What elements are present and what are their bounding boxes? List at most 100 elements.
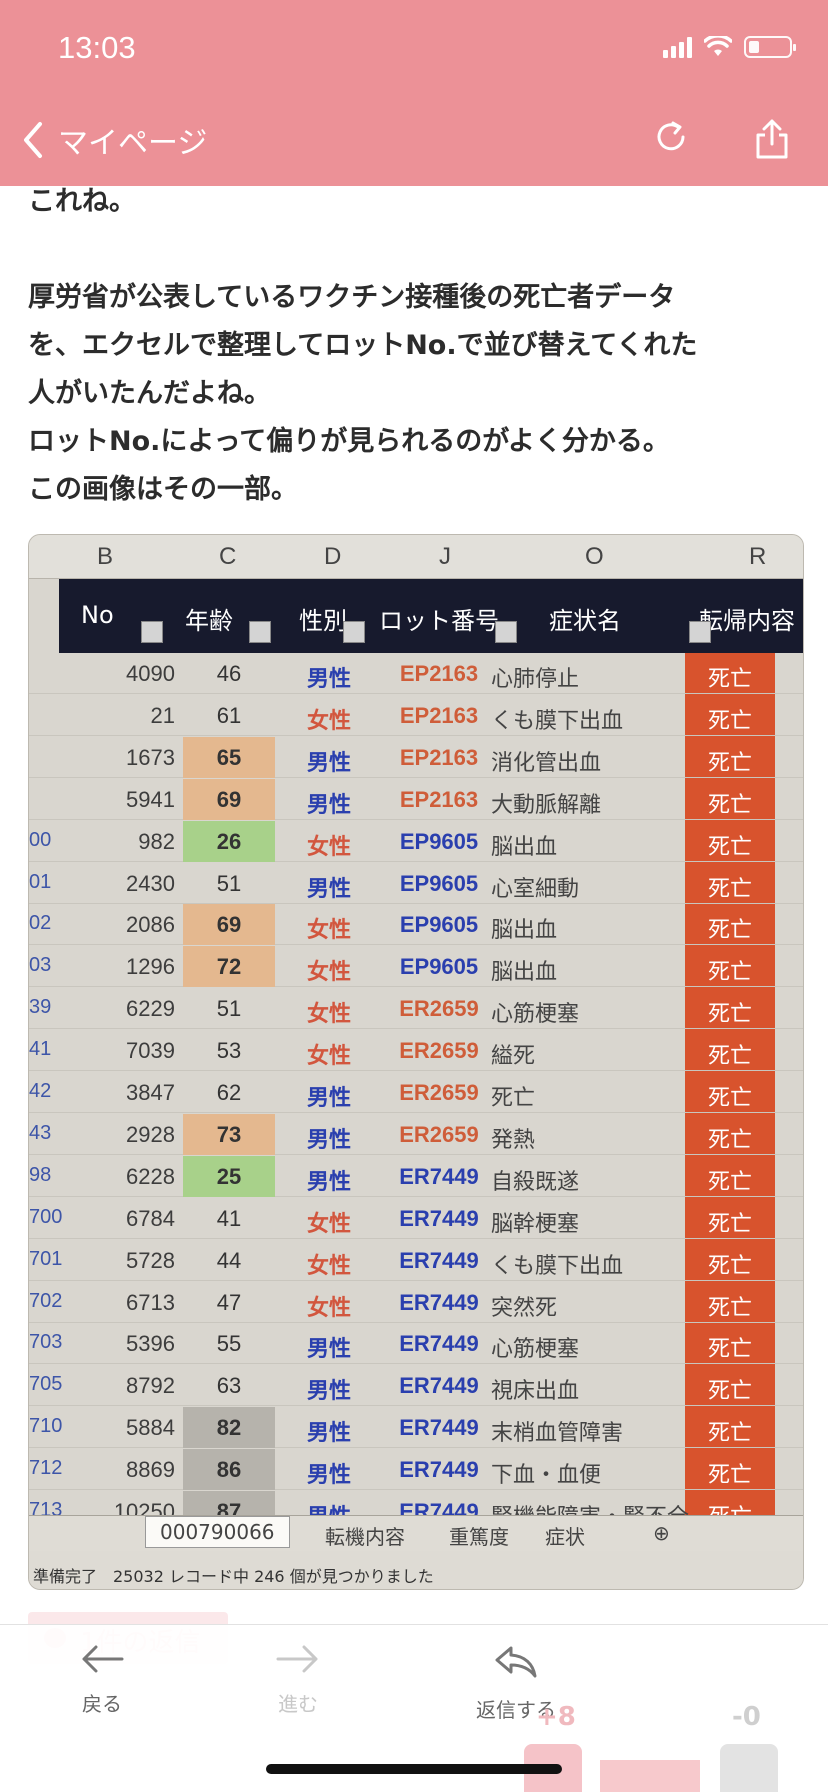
table-row: 1673 65 男性 EP2163 消化管出血 死亡	[29, 736, 803, 778]
add-sheet-icon[interactable]: ⊕	[653, 1521, 670, 1545]
battery-icon	[744, 36, 796, 58]
cell-symptom: 縊死	[491, 1043, 536, 1069]
cell-sex: 男性	[306, 875, 351, 901]
row-number: 98	[29, 1163, 52, 1186]
cell-age: 69	[183, 904, 275, 946]
sheet-tab[interactable]: 重篤度	[449, 1521, 509, 1550]
back-nav-button[interactable]: マイページ	[22, 118, 207, 162]
table-row: 702 6713 47 女性 ER7449 突然死 死亡	[29, 1282, 803, 1323]
table-row: 712 8869 86 男性 ER7449 下血・血便 死亡	[29, 1449, 803, 1491]
cell-no: 5941	[126, 786, 175, 812]
cell-sex: 男性	[306, 749, 351, 775]
back-nav-label: マイページ	[58, 126, 208, 161]
column-letter: C	[219, 543, 237, 570]
post-line: これね。	[28, 186, 136, 217]
cell-lot: EP9605	[399, 954, 479, 980]
cell-lot: ER2659	[399, 1080, 479, 1105]
filter-dropdown-icon[interactable]	[249, 621, 271, 643]
reload-icon[interactable]	[652, 118, 690, 156]
cell-outcome: 死亡	[707, 1085, 752, 1110]
cell-symptom: くも膜下出血	[491, 1252, 624, 1278]
cell-symptom: 自殺既遂	[491, 1168, 580, 1194]
filter-dropdown-icon[interactable]	[343, 621, 365, 643]
home-indicator	[266, 1764, 562, 1774]
cell-sex: 男性	[306, 666, 351, 691]
cell-no: 5884	[126, 1415, 175, 1441]
cell-outcome: 死亡	[707, 917, 752, 943]
table-row: 41 7039 53 女性 ER2659 縊死 死亡	[29, 1030, 803, 1072]
cell-outcome: 死亡	[707, 1294, 752, 1320]
cell-age: 53	[216, 1038, 242, 1064]
table-row: 710 5884 82 男性 ER7449 末梢血管障害 死亡	[29, 1407, 803, 1449]
cell-lot: EP2163	[399, 786, 479, 812]
cell-no: 1673	[126, 744, 175, 770]
cell-age: 51	[216, 996, 242, 1022]
cell-symptom: くも膜下出血	[491, 707, 624, 733]
cell-symptom: 死亡	[491, 1085, 536, 1110]
cell-no: 6784	[126, 1205, 175, 1231]
table-row: 43 2928 73 男性 ER2659 発熱 死亡	[29, 1113, 803, 1155]
cell-lot: EP9605	[399, 912, 479, 938]
cell-no: 1296	[126, 954, 175, 980]
filter-dropdown-icon[interactable]	[689, 621, 711, 643]
wifi-icon	[704, 36, 732, 56]
row-number: 703	[29, 1331, 63, 1354]
cell-lot: EP2163	[399, 661, 479, 686]
minus-vote-button[interactable]	[720, 1744, 778, 1792]
cell-lot: ER2659	[399, 996, 479, 1022]
cell-sex: 男性	[306, 1168, 351, 1194]
cell-no: 8792	[126, 1373, 175, 1399]
table-row: 39 6229 51 女性 ER2659 心筋梗塞 死亡	[29, 988, 803, 1030]
cell-outcome: 死亡	[707, 1462, 752, 1488]
cell-lot: ER7449	[399, 1289, 479, 1315]
cell-no: 4090	[126, 661, 175, 686]
cell-lot: ER7449	[399, 1373, 479, 1399]
cell-outcome: 死亡	[707, 1126, 752, 1152]
sheet-header-row: No 年齢 性別 ロット番号 症状名 転帰内容	[59, 579, 803, 653]
cell-sex: 男性	[306, 1420, 351, 1446]
sheet-status-text: 準備完了 25032 レコード中 246 個が見つかりました	[29, 1551, 803, 1589]
cell-no: 2928	[126, 1121, 175, 1147]
table-row: 5941 69 男性 EP2163 大動脈解離 死亡	[29, 778, 803, 820]
post-line: を、エクセルで整理してロットNo.で並び替えてくれた	[28, 330, 698, 361]
sheet-tab[interactable]: 症状	[545, 1521, 585, 1550]
row-number: 41	[29, 1038, 52, 1061]
filter-dropdown-icon[interactable]	[495, 621, 517, 643]
cell-outcome: 死亡	[707, 1043, 752, 1069]
spreadsheet-photo[interactable]: B C D J O R No 年齢 性別 ロット番号 症状名 転帰内容 4090…	[28, 534, 804, 1590]
row-number: 700	[29, 1205, 63, 1228]
filter-dropdown-icon[interactable]	[141, 621, 163, 643]
row-number: 39	[29, 996, 52, 1019]
cell-lot: EP9605	[399, 828, 479, 854]
sheet-tab[interactable]: 転機内容	[325, 1521, 405, 1550]
table-row: 705 8792 63 男性 ER7449 視床出血 死亡	[29, 1365, 803, 1407]
plus-vote-count: +8	[536, 1702, 576, 1732]
cell-outcome: 死亡	[707, 791, 752, 817]
cell-symptom: 大動脈解離	[491, 791, 602, 817]
cell-no: 5728	[126, 1247, 175, 1273]
cell-symptom: 心筋梗塞	[491, 1001, 580, 1027]
cell-symptom: 脳出血	[491, 833, 558, 859]
share-icon[interactable]	[754, 118, 790, 160]
cell-age: 47	[216, 1289, 242, 1315]
sheet-tabs: 000790066 転機内容 重篤度 症状 ⊕	[29, 1515, 803, 1551]
table-row: 42 3847 62 男性 ER2659 死亡 死亡	[29, 1072, 803, 1113]
cell-lot: EP2163	[399, 702, 479, 728]
cell-age: 44	[216, 1247, 242, 1273]
vote-bar	[600, 1760, 700, 1792]
cell-lot: ER7449	[399, 1415, 479, 1441]
table-row: 701 5728 44 女性 ER7449 くも膜下出血 死亡	[29, 1240, 803, 1281]
sheet-tab[interactable]: 000790066	[145, 1516, 290, 1548]
column-letters: B C D J O R	[29, 535, 803, 579]
column-letter: R	[749, 543, 767, 570]
table-row: 703 5396 55 男性 ER7449 心筋梗塞 死亡	[29, 1323, 803, 1365]
cell-outcome: 死亡	[707, 1168, 752, 1194]
cell-sex: 男性	[306, 791, 351, 817]
status-time: 13:03	[58, 30, 136, 65]
header-cell: ロット番号	[379, 607, 499, 635]
table-row: 98 6228 25 男性 ER7449 自殺既遂 死亡	[29, 1155, 803, 1197]
forward-button[interactable]: 進む	[238, 1645, 358, 1717]
cell-outcome: 死亡	[707, 1420, 752, 1446]
chevron-left-icon	[24, 122, 42, 158]
back-button[interactable]: 戻る	[42, 1645, 162, 1717]
